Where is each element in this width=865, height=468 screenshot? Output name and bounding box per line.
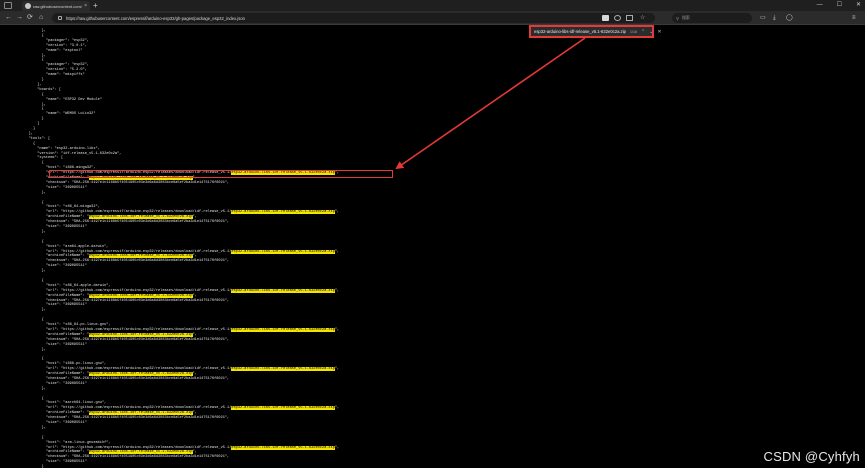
arrow-line — [395, 37, 586, 170]
annotation-arrow — [395, 37, 586, 170]
watermark: CSDN @Cyhfyh — [763, 449, 860, 464]
